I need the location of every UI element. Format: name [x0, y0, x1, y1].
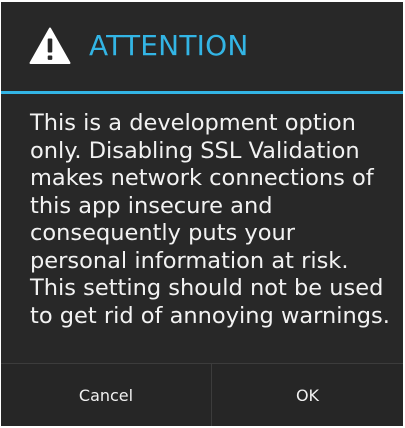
dialog-button-bar: Cancel OK [1, 363, 403, 426]
dialog-title-bar: ATTENTION [1, 2, 403, 91]
cancel-button[interactable]: Cancel [1, 364, 211, 426]
alert-dialog: ATTENTION This is a development option o… [1, 2, 403, 426]
dialog-message: This is a development option only. Disab… [30, 110, 390, 329]
dialog-title: ATTENTION [89, 29, 249, 62]
title-divider [1, 91, 403, 94]
warning-icon [29, 27, 71, 65]
ok-button[interactable]: OK [212, 364, 403, 426]
